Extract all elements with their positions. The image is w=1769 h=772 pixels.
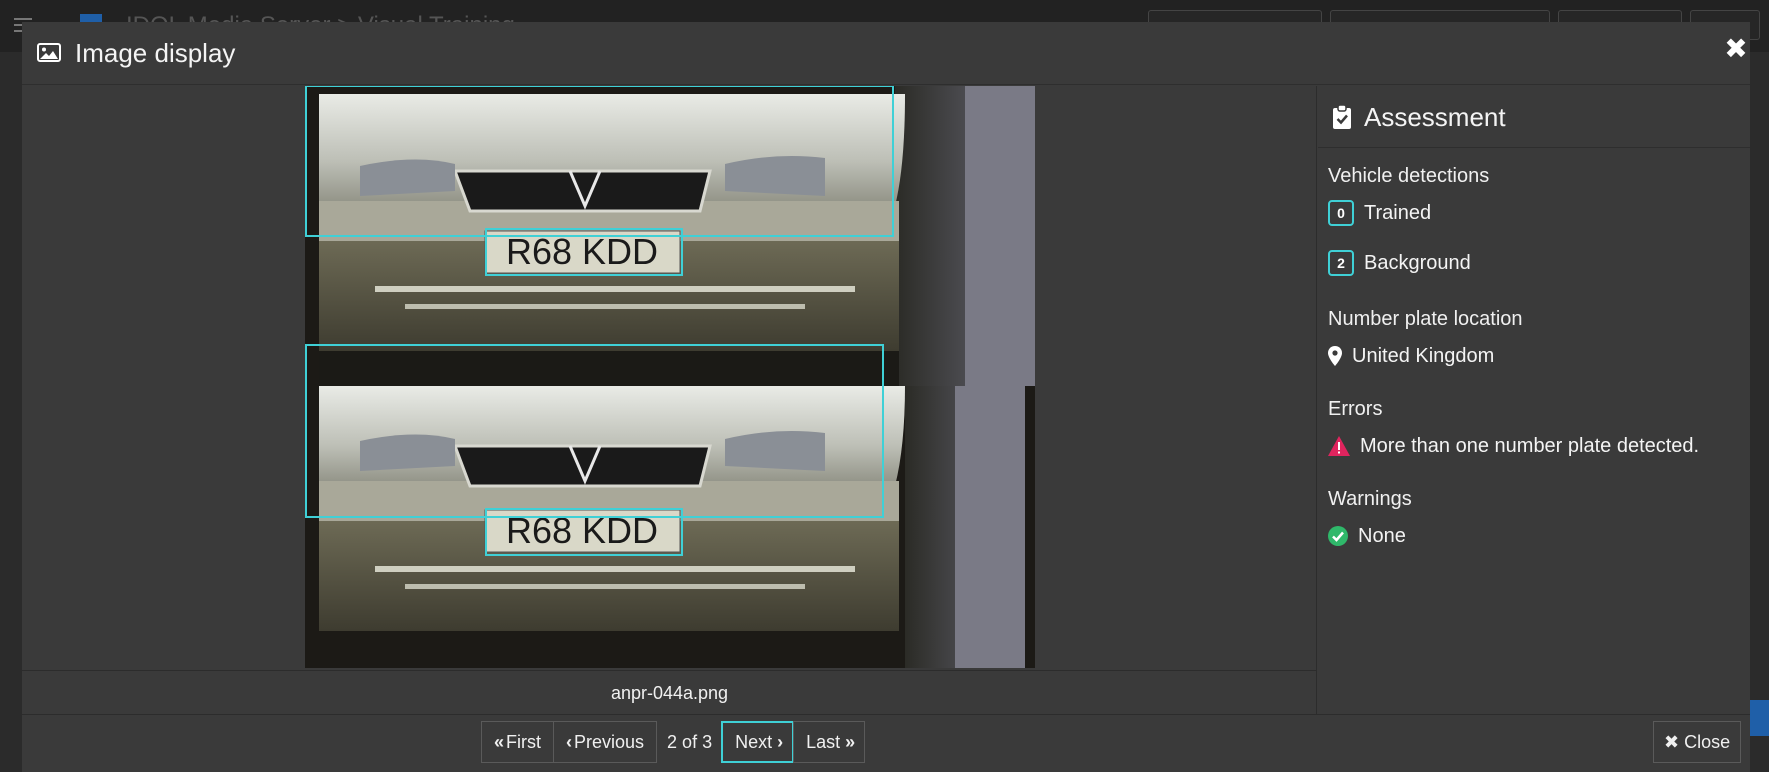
- modal-footer: « First ‹ Previous 2 of 3 Next › Last » …: [22, 714, 1750, 772]
- double-chevron-left-icon: «: [494, 731, 504, 752]
- background-label: Background: [1364, 251, 1471, 274]
- map-marker-icon: [1328, 346, 1342, 366]
- warning-item: None: [1328, 522, 1406, 550]
- background-panel: [1750, 52, 1769, 772]
- next-button[interactable]: Next ›: [721, 721, 795, 763]
- errors-label: Errors: [1328, 398, 1383, 420]
- plate-location-label: Number plate location: [1328, 308, 1523, 330]
- assessment-header: Assessment: [1318, 86, 1750, 148]
- last-button[interactable]: Last »: [793, 721, 866, 763]
- image-filename: anpr-044a.png: [610, 683, 729, 703]
- vehicle-photo: R68 KDD R68 KDD: [305, 86, 1035, 668]
- plate-location-value: United Kingdom: [1352, 344, 1495, 367]
- clipboard-check-icon: [1333, 104, 1351, 129]
- close-button[interactable]: ✖ Close: [1653, 721, 1742, 763]
- warnings-value: None: [1358, 524, 1406, 547]
- last-label: Last: [806, 731, 841, 752]
- background-count-badge: 2: [1328, 250, 1354, 276]
- warning-triangle-icon: [1328, 436, 1350, 456]
- trained-count-badge: 0: [1328, 200, 1354, 226]
- error-item: More than one number plate detected.: [1328, 432, 1699, 460]
- background-button: [1748, 700, 1769, 736]
- pagination: « First ‹ Previous 2 of 3 Next › Last »: [481, 721, 866, 763]
- vehicle-detections-label: Vehicle detections: [1328, 165, 1490, 187]
- assessment-title: Assessment: [1364, 102, 1506, 132]
- plate-location: United Kingdom: [1328, 342, 1494, 370]
- car-frame-bottom: R68 KDD: [305, 386, 1035, 668]
- plate-text-top: R68 KDD: [506, 231, 658, 272]
- trained-label: Trained: [1364, 201, 1432, 224]
- caption-bar: anpr-044a.png: [22, 670, 1317, 714]
- close-icon[interactable]: ✖: [1722, 32, 1750, 66]
- close-label: Close: [1684, 731, 1731, 752]
- double-chevron-right-icon: »: [845, 731, 855, 752]
- image-pane: R68 KDD R68 KDD: [22, 86, 1317, 670]
- close-icon: ✖: [1664, 731, 1680, 752]
- image-display-modal: Image display ✖ R68 KDD R68 KDD anpr-044…: [22, 22, 1750, 772]
- modal-title: Image display: [75, 38, 236, 68]
- warnings-label: Warnings: [1328, 488, 1412, 510]
- error-text: More than one number plate detected.: [1360, 434, 1700, 457]
- previous-label: Previous: [574, 731, 645, 752]
- page-position: 2 of 3: [667, 731, 713, 752]
- modal-header: Image display ✖: [22, 22, 1750, 85]
- check-circle-icon: [1328, 526, 1348, 546]
- assessment-panel: Assessment Vehicle detections 0 Trained …: [1318, 86, 1750, 714]
- image-icon: [37, 43, 61, 62]
- previous-button[interactable]: ‹ Previous: [553, 721, 658, 763]
- chevron-left-icon: ‹: [566, 731, 572, 752]
- background-sidebar: [0, 52, 22, 772]
- first-label: First: [506, 731, 542, 752]
- background-detections: 2 Background: [1328, 249, 1471, 277]
- trained-detections: 0 Trained: [1328, 199, 1431, 227]
- chevron-right-icon: ›: [777, 731, 783, 752]
- vehicle-image: R68 KDD R68 KDD: [305, 86, 1035, 668]
- first-button[interactable]: « First: [481, 721, 555, 763]
- next-label: Next: [735, 731, 773, 752]
- modal-body: R68 KDD R68 KDD anpr-044a.png Assessment…: [22, 86, 1750, 714]
